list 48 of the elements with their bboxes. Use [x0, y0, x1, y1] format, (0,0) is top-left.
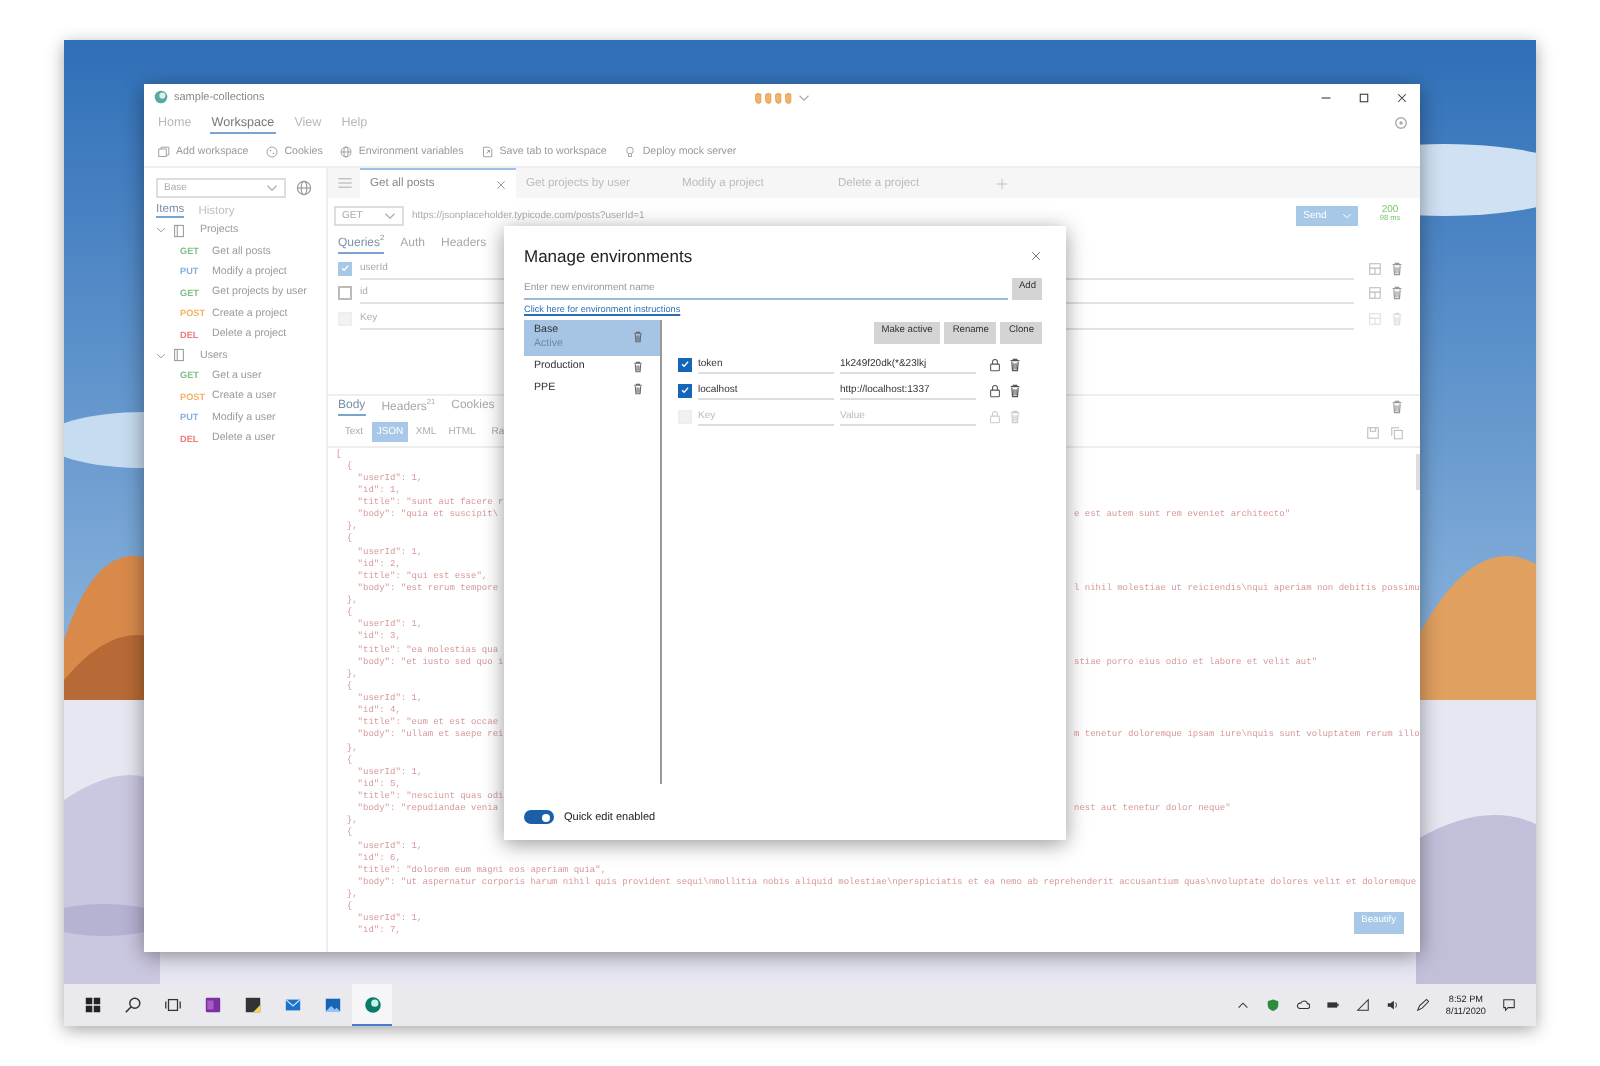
- scrollbar[interactable]: [1416, 453, 1420, 489]
- checkbox[interactable]: [678, 383, 692, 398]
- toggle-switch[interactable]: [524, 810, 554, 824]
- trash-icon[interactable]: [632, 359, 644, 374]
- lock-icon[interactable]: [988, 383, 1002, 398]
- start-icon: [83, 996, 101, 1014]
- notebook-icon: [203, 996, 221, 1014]
- trash-icon[interactable]: [632, 381, 644, 396]
- photo-icon: [323, 996, 341, 1014]
- caret-icon: [797, 93, 809, 101]
- dialog-title: Manage environments: [524, 246, 693, 266]
- settings-icon[interactable]: [1394, 116, 1408, 130]
- app-logo-icon: [154, 90, 168, 104]
- cookie-icon: [266, 145, 279, 157]
- layers-icon: [158, 145, 170, 157]
- app-logo-icon: [363, 995, 381, 1013]
- caret-icon: [266, 184, 278, 192]
- notebook-icon: [172, 223, 186, 238]
- notification-icon[interactable]: [1502, 998, 1516, 1012]
- chevron-up-icon[interactable]: [1235, 998, 1250, 1012]
- mail-icon: [283, 996, 301, 1014]
- trash-icon[interactable]: [632, 330, 644, 345]
- close-icon[interactable]: [1396, 91, 1408, 103]
- search-icon: [123, 996, 141, 1014]
- caret-icon: [1342, 211, 1352, 219]
- minimize-icon[interactable]: [1320, 91, 1332, 103]
- chevron-icon[interactable]: [156, 351, 166, 360]
- trash-icon[interactable]: [1008, 383, 1022, 398]
- volume-icon[interactable]: [1385, 998, 1400, 1012]
- notebook-icon: [172, 348, 186, 363]
- shield-icon[interactable]: [1265, 998, 1280, 1012]
- checkbox[interactable]: [338, 286, 352, 301]
- document-arrow-icon: [481, 145, 494, 157]
- maximize-icon[interactable]: [1358, 91, 1370, 103]
- globe-icon[interactable]: [296, 180, 312, 196]
- checkbox[interactable]: [338, 261, 352, 276]
- pen-icon[interactable]: [1415, 998, 1430, 1012]
- lock-icon[interactable]: [988, 357, 1002, 372]
- cloud-icon[interactable]: [1295, 998, 1310, 1012]
- chevron-icon[interactable]: [156, 226, 166, 235]
- task-view-icon: [163, 996, 181, 1014]
- caret-icon: [384, 211, 396, 219]
- close-icon[interactable]: [1030, 250, 1042, 262]
- globe-icon: [340, 145, 353, 157]
- bulb-icon: [624, 145, 637, 157]
- checkbox[interactable]: [678, 357, 692, 372]
- trash-icon[interactable]: [1008, 357, 1022, 372]
- sticky-note-icon: [243, 996, 261, 1014]
